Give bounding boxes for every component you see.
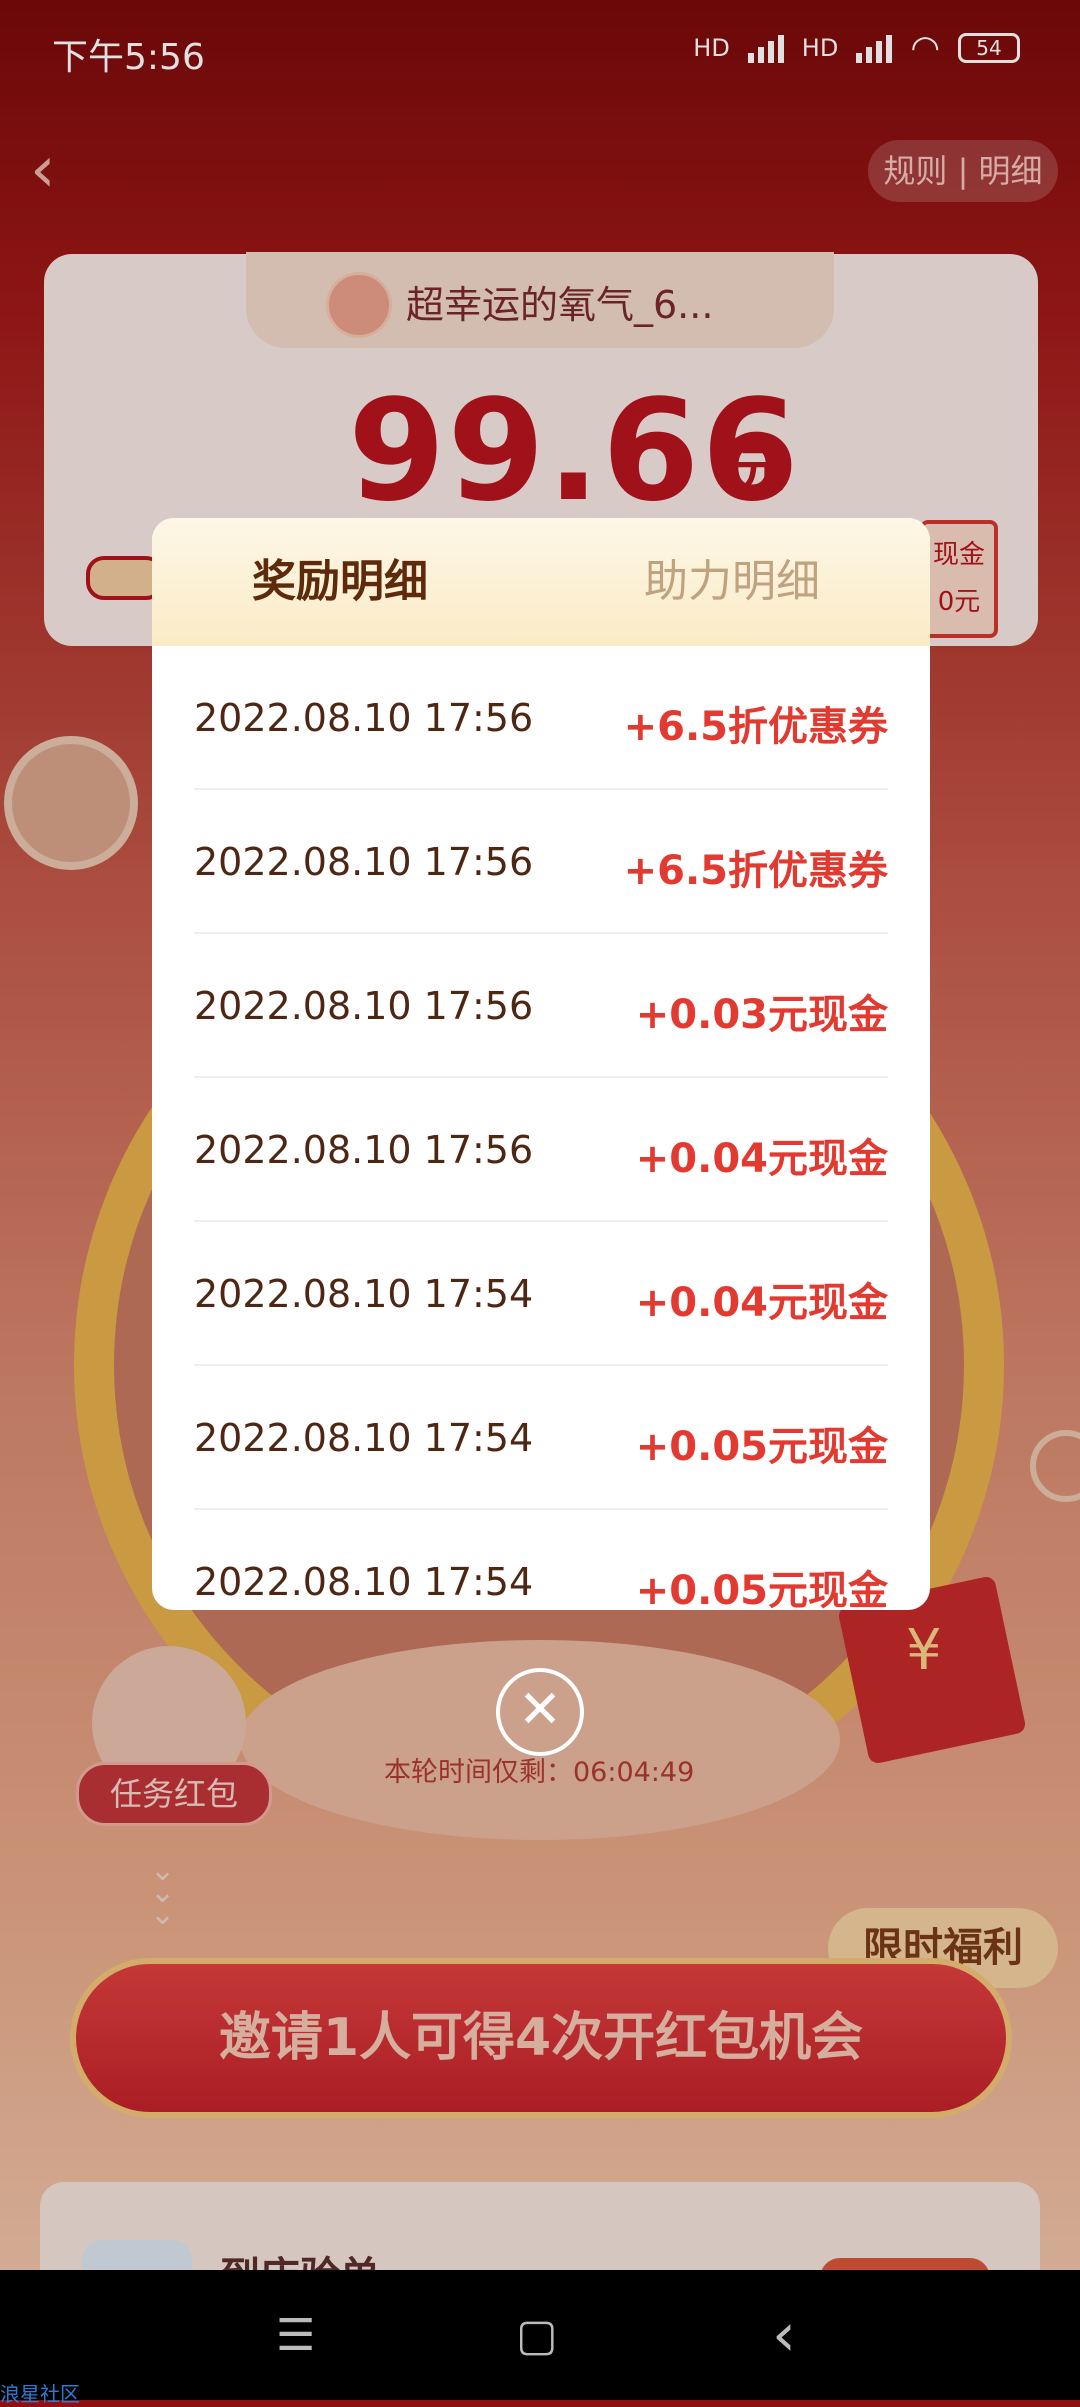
row-reward: +0.03元现金 <box>635 992 888 1038</box>
row-date: 2022.08.10 17:56 <box>194 696 534 740</box>
row-reward: +6.5折优惠券 <box>623 704 888 750</box>
close-icon[interactable]: ✕ <box>496 1668 584 1756</box>
row-reward: +0.05元现金 <box>635 1424 888 1470</box>
tab-help-details[interactable]: 助力明细 <box>644 518 820 646</box>
row-reward: +6.5折优惠券 <box>623 848 888 894</box>
tab-header: 奖励明细 助力明细 <box>152 518 930 646</box>
table-row: 2022.08.10 17:54 +0.05元现金 <box>194 1510 888 1610</box>
row-date: 2022.08.10 17:54 <box>194 1416 534 1460</box>
row-date: 2022.08.10 17:56 <box>194 984 534 1028</box>
row-reward: +0.05元现金 <box>635 1568 888 1610</box>
table-row: 2022.08.10 17:56 +0.03元现金 <box>194 934 888 1078</box>
home-icon[interactable]: ▢ <box>516 2310 558 2361</box>
watermark: 浪星社区 <box>0 2382 80 2406</box>
tab-reward-details[interactable]: 奖励明细 <box>252 518 428 646</box>
table-row: 2022.08.10 17:56 +6.5折优惠券 <box>194 646 888 790</box>
row-date: 2022.08.10 17:54 <box>194 1272 534 1316</box>
table-row: 2022.08.10 17:56 +6.5折优惠券 <box>194 790 888 934</box>
table-row: 2022.08.10 17:56 +0.04元现金 <box>194 1078 888 1222</box>
row-reward: +0.04元现金 <box>635 1280 888 1326</box>
table-row: 2022.08.10 17:54 +0.04元现金 <box>194 1222 888 1366</box>
row-reward: +0.04元现金 <box>635 1136 888 1182</box>
reward-detail-modal: 奖励明细 助力明细 2022.08.10 17:56 +6.5折优惠券 2022.0… <box>152 518 930 1610</box>
row-date: 2022.08.10 17:56 <box>194 1128 534 1172</box>
menu-icon[interactable]: ☰ <box>276 2310 315 2361</box>
table-row: 2022.08.10 17:54 +0.05元现金 <box>194 1366 888 1510</box>
back-nav-icon[interactable]: ‹ <box>772 2300 796 2370</box>
row-date: 2022.08.10 17:56 <box>194 840 534 884</box>
row-date: 2022.08.10 17:54 <box>194 1560 534 1604</box>
